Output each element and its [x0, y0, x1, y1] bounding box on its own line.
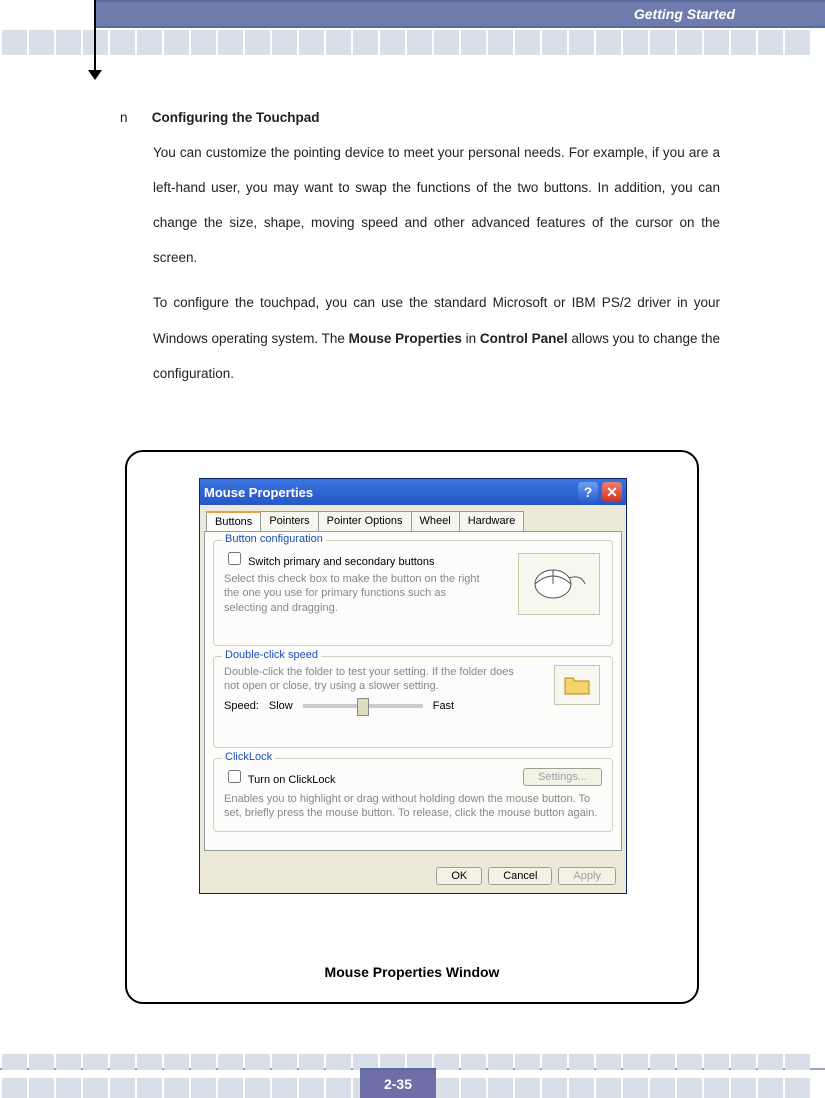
bullet-n: n: [120, 100, 148, 135]
tab-pointers[interactable]: Pointers: [260, 511, 318, 531]
mouse-preview: [518, 553, 600, 615]
clicklock-desc: Enables you to highlight or drag without…: [224, 792, 602, 821]
speed-label: Speed:: [224, 700, 259, 712]
switch-buttons-row[interactable]: Switch primary and secondary buttons: [224, 556, 435, 568]
button-config-desc: Select this check box to make the button…: [224, 572, 484, 615]
figure-caption: Mouse Properties Window: [127, 964, 697, 980]
tab-panel-buttons: Button configuration Switch primary and …: [204, 531, 622, 851]
close-button[interactable]: ✕: [602, 482, 622, 502]
paragraph-1: You can customize the pointing device to…: [153, 135, 720, 275]
dialog-tabs: Buttons Pointers Pointer Options Wheel H…: [200, 505, 626, 531]
clicklock-checkbox[interactable]: [228, 770, 241, 783]
section-heading: Configuring the Touchpad: [152, 110, 320, 125]
arrow-line: [94, 0, 96, 76]
legend-double-click: Double-click speed: [222, 649, 321, 661]
p2-c: in: [462, 331, 480, 346]
mouse-icon: [531, 564, 587, 604]
speed-slider[interactable]: [303, 704, 423, 708]
group-double-click: Double-click speed Double-click the fold…: [213, 656, 613, 748]
arrow-down-icon: [88, 70, 102, 80]
top-decor: [0, 30, 825, 55]
clicklock-label: Turn on ClickLock: [248, 774, 336, 786]
tab-hardware[interactable]: Hardware: [459, 511, 525, 531]
apply-button[interactable]: Apply: [558, 867, 616, 885]
folder-preview[interactable]: [554, 665, 600, 705]
header-bar: Getting Started: [95, 0, 825, 28]
switch-buttons-label: Switch primary and secondary buttons: [248, 556, 434, 568]
switch-buttons-checkbox[interactable]: [228, 552, 241, 565]
content-block: n Configuring the Touchpad You can custo…: [120, 100, 720, 391]
tab-buttons[interactable]: Buttons: [206, 511, 261, 531]
paragraph-2: To configure the touchpad, you can use t…: [153, 285, 720, 390]
tab-pointer-options[interactable]: Pointer Options: [318, 511, 412, 531]
figure-frame: Mouse Properties ? ✕ Buttons Pointers Po…: [125, 450, 699, 1004]
speed-fast: Fast: [433, 700, 454, 712]
legend-button-config: Button configuration: [222, 533, 326, 545]
p2-mouse-properties: Mouse Properties: [349, 331, 462, 346]
double-click-desc: Double-click the folder to test your set…: [224, 665, 514, 694]
clicklock-row[interactable]: Turn on ClickLock: [224, 767, 335, 786]
header-title: Getting Started: [634, 6, 735, 22]
mouse-properties-dialog: Mouse Properties ? ✕ Buttons Pointers Po…: [199, 478, 627, 894]
speed-slow: Slow: [269, 700, 293, 712]
dialog-button-row: OK Cancel Apply: [200, 859, 626, 893]
group-clicklock: ClickLock Turn on ClickLock Settings... …: [213, 758, 613, 832]
folder-icon: [563, 674, 591, 696]
dialog-title: Mouse Properties: [204, 485, 574, 500]
group-button-config: Button configuration Switch primary and …: [213, 540, 613, 646]
p2-control-panel: Control Panel: [480, 331, 568, 346]
clicklock-settings-button[interactable]: Settings...: [523, 768, 602, 786]
tab-wheel[interactable]: Wheel: [411, 511, 460, 531]
help-button[interactable]: ?: [578, 482, 598, 502]
cancel-button[interactable]: Cancel: [488, 867, 552, 885]
legend-clicklock: ClickLock: [222, 751, 275, 763]
ok-button[interactable]: OK: [436, 867, 482, 885]
dialog-titlebar: Mouse Properties ? ✕: [200, 479, 626, 505]
speed-row: Speed: Slow Fast: [224, 700, 514, 712]
page-number: 2-35: [360, 1068, 436, 1098]
